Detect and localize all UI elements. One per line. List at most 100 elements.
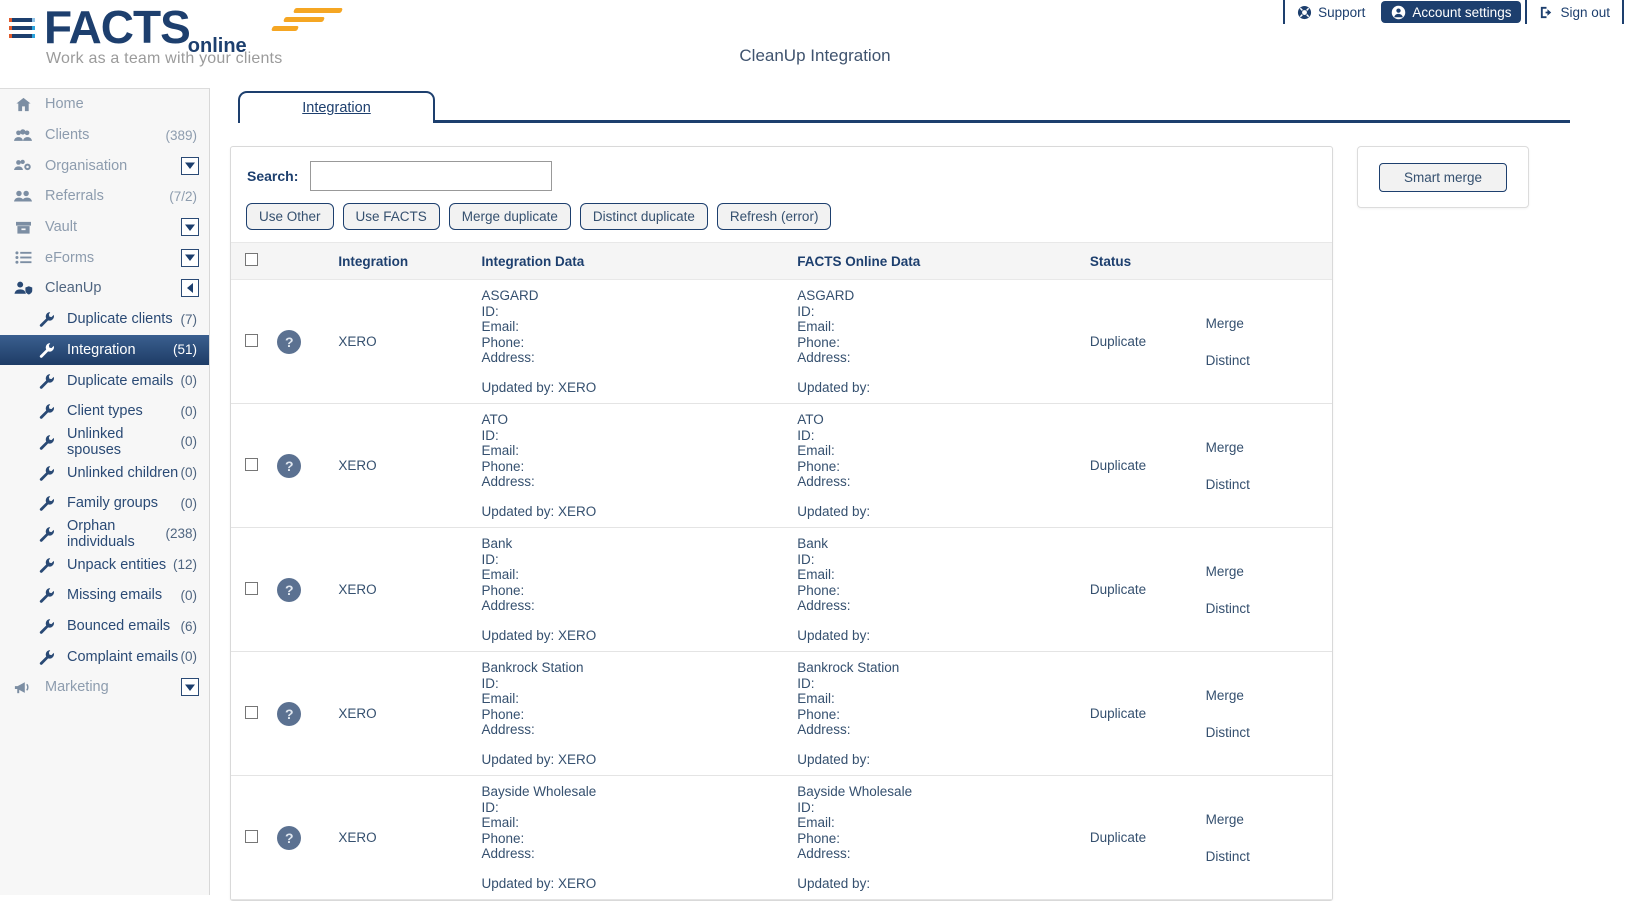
- tab-integration[interactable]: Integration: [238, 91, 435, 123]
- integration-data-id: ID:: [481, 675, 499, 691]
- question-mark-icon[interactable]: ?: [277, 701, 302, 726]
- use-other-button[interactable]: Use Other: [246, 203, 334, 230]
- use-facts-button[interactable]: Use FACTS: [342, 203, 440, 230]
- question-mark-icon[interactable]: ?: [277, 329, 302, 354]
- sidebar-item-complaint-emails[interactable]: Complaint emails (0): [0, 641, 209, 672]
- column-header-facts-online-data: FACTS Online Data: [797, 242, 1090, 280]
- question-mark-icon[interactable]: ?: [277, 453, 302, 478]
- question-mark-icon[interactable]: ?: [277, 577, 302, 602]
- sidebar-item-clients[interactable]: Clients (389): [0, 120, 209, 151]
- row-actions-cell: Merge Distinct: [1205, 775, 1332, 900]
- select-all-checkbox[interactable]: [245, 253, 258, 266]
- refresh-error--button[interactable]: Refresh (error): [716, 203, 832, 230]
- merge-link[interactable]: Merge: [1206, 688, 1332, 703]
- row-facts-data-cell: ASGARD ID: Email: Phone: Address: Update…: [797, 279, 1090, 404]
- support-label: Support: [1318, 4, 1366, 20]
- wrench-icon: [37, 525, 57, 543]
- table-row: ? XERO ASGARD ID: Email: Phone: Address:…: [231, 279, 1332, 404]
- sidebar-item-vault[interactable]: Vault: [0, 212, 209, 243]
- merge-link[interactable]: Merge: [1206, 440, 1332, 455]
- row-status-icon-cell: ?: [277, 279, 339, 404]
- sidebar-item-orphan-individuals[interactable]: Orphan individuals (238): [0, 518, 209, 550]
- sidebar-item-missing-emails[interactable]: Missing emails (0): [0, 580, 209, 611]
- integration-data-updated-by: Updated by: XERO: [481, 379, 597, 395]
- row-checkbox[interactable]: [245, 457, 258, 471]
- distinct-duplicate-button[interactable]: Distinct duplicate: [579, 203, 708, 230]
- merge-link[interactable]: Merge: [1206, 564, 1332, 579]
- facts-data-name: ASGARD: [797, 288, 855, 303]
- sidebar-item-eforms[interactable]: eForms: [0, 242, 209, 273]
- facts-data-email: Email:: [797, 443, 835, 458]
- expand-section-button[interactable]: [181, 248, 199, 267]
- sidebar-item-marketing[interactable]: Marketing: [0, 672, 209, 703]
- distinct-link[interactable]: Distinct: [1206, 353, 1332, 368]
- search-row: Search:: [231, 161, 1332, 191]
- sidebar-item-label: Unpack entities: [67, 556, 167, 573]
- sidebar-item-count: (6): [180, 618, 198, 634]
- distinct-link[interactable]: Distinct: [1206, 601, 1332, 616]
- integration-data-name: ASGARD: [481, 288, 539, 303]
- account-settings-button[interactable]: Account settings: [1381, 1, 1522, 23]
- row-integration-data-cell: Bank ID: Email: Phone: Address: Updated …: [481, 527, 798, 652]
- row-checkbox[interactable]: [245, 705, 258, 719]
- sidebar-item-label: eForms: [45, 249, 95, 266]
- sidebar-item-duplicate-emails[interactable]: Duplicate emails (0): [0, 365, 209, 396]
- facts-online-logo: FACTSonline: [44, 4, 344, 57]
- merge-link[interactable]: Merge: [1206, 316, 1332, 331]
- row-integration-cell: XERO: [338, 651, 482, 776]
- facts-data-id: ID:: [797, 551, 815, 567]
- merge-duplicate-button[interactable]: Merge duplicate: [448, 203, 571, 230]
- integration-data-name: Bayside Wholesale: [481, 784, 597, 799]
- sidebar-item-family-groups[interactable]: Family groups (0): [0, 488, 209, 519]
- table-row: ? XERO Bankrock Station ID: Email: Phone…: [231, 651, 1332, 776]
- table-header-row: Integration Integration Data FACTS Onlin…: [231, 242, 1332, 280]
- select-all-header: [231, 242, 278, 280]
- wrench-icon: [37, 433, 57, 451]
- clients-icon: [13, 126, 33, 144]
- column-header-status: Status: [1089, 242, 1206, 280]
- sign-out-button[interactable]: Sign out: [1525, 0, 1624, 24]
- row-select-cell: [231, 527, 278, 652]
- wrench-icon: [37, 494, 57, 512]
- top-header: FACTSonline Work as a team with your cli…: [0, 0, 1630, 88]
- distinct-link[interactable]: Distinct: [1206, 725, 1332, 740]
- wrench-icon: [37, 617, 57, 635]
- row-checkbox[interactable]: [245, 333, 258, 347]
- sidebar-item-unpack-entities[interactable]: Unpack entities (12): [0, 549, 209, 580]
- integration-data-name: Bank: [481, 536, 513, 551]
- expand-section-button[interactable]: [181, 218, 199, 237]
- question-mark-icon[interactable]: ?: [277, 825, 302, 850]
- sidebar-item-count: (0): [180, 495, 198, 511]
- sidebar-item-label: Referrals: [45, 188, 104, 205]
- integration-data-id: ID:: [481, 551, 499, 567]
- page-title: CleanUp Integration: [739, 46, 891, 65]
- row-checkbox[interactable]: [245, 581, 258, 595]
- expand-section-button[interactable]: [181, 678, 199, 697]
- sidebar-item-unlinked-spouses[interactable]: Unlinked spouses (0): [0, 426, 209, 458]
- sidebar-item-client-types[interactable]: Client types (0): [0, 396, 209, 427]
- life-ring-icon: [1297, 5, 1312, 20]
- sidebar-item-duplicate-clients[interactable]: Duplicate clients (7): [0, 304, 209, 335]
- distinct-link[interactable]: Distinct: [1206, 849, 1332, 864]
- sidebar-item-unlinked-children[interactable]: Unlinked children (0): [0, 457, 209, 488]
- sidebar-item-integration[interactable]: Integration (51): [0, 334, 209, 366]
- merge-link[interactable]: Merge: [1206, 812, 1332, 827]
- sidebar-item-home[interactable]: Home: [0, 89, 209, 120]
- support-button[interactable]: Support: [1283, 0, 1377, 24]
- eforms-icon: [13, 249, 33, 267]
- tab-underline: [435, 120, 1570, 123]
- hamburger-menu-icon[interactable]: [9, 18, 35, 38]
- expand-section-button[interactable]: [181, 156, 199, 175]
- distinct-link[interactable]: Distinct: [1206, 477, 1332, 492]
- sidebar-item-referrals[interactable]: Referrals (7/2): [0, 181, 209, 212]
- sidebar-item-bounced-emails[interactable]: Bounced emails (6): [0, 611, 209, 642]
- sidebar-item-cleanup[interactable]: CleanUp: [0, 273, 209, 304]
- smart-merge-button[interactable]: Smart merge: [1378, 162, 1508, 192]
- sidebar-item-organisation[interactable]: Organisation: [0, 150, 209, 181]
- collapse-section-button[interactable]: [181, 279, 199, 298]
- row-checkbox[interactable]: [245, 829, 258, 843]
- facts-data-phone: Phone:: [797, 830, 841, 846]
- sidebar-item-count: (0): [180, 465, 198, 481]
- facts-data-email: Email:: [797, 319, 835, 334]
- search-input[interactable]: [310, 161, 553, 191]
